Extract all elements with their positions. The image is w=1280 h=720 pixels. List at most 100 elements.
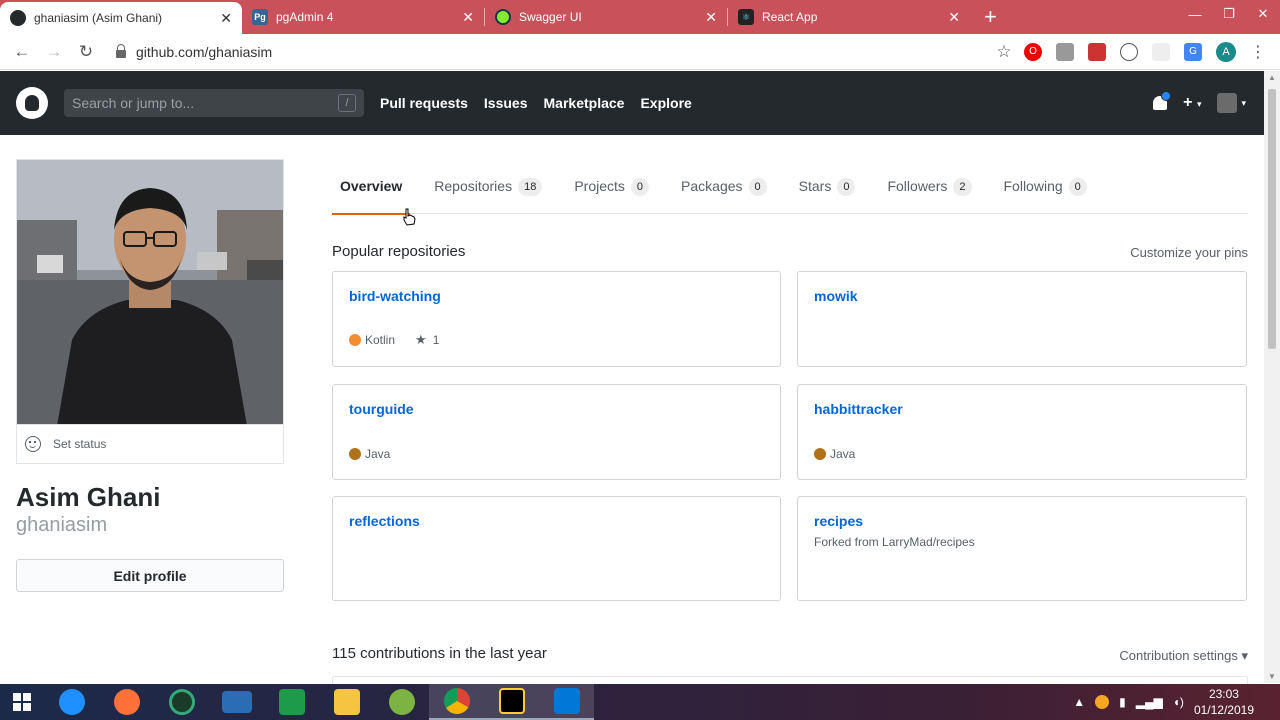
hand-cursor-icon (403, 208, 416, 226)
create-new-button[interactable]: + ▾ (1183, 94, 1201, 112)
close-tab-icon[interactable]: ✕ (462, 9, 474, 26)
repo-language: Java (830, 447, 856, 461)
repo-language: Kotlin (365, 333, 396, 347)
github-logo-icon[interactable] (16, 87, 48, 119)
url-text: github.com/ghaniasim (136, 43, 273, 60)
start-button[interactable] (0, 684, 44, 720)
user-menu[interactable]: ▾ (1217, 93, 1246, 113)
browser-tab-pgadmin[interactable]: Pg pgAdmin 4 ✕ (242, 0, 484, 34)
taskbar-ie[interactable] (44, 684, 99, 720)
tab-repositories[interactable]: Repositories 18 (426, 168, 550, 214)
lenovo-icon (221, 691, 252, 713)
notifications-bell-icon[interactable] (1153, 91, 1172, 110)
avatar (1217, 93, 1238, 113)
close-tab-icon[interactable]: ✕ (948, 9, 960, 26)
edit-profile-button[interactable]: Edit profile (16, 559, 284, 592)
language-color-dot (349, 448, 361, 460)
browser-tab-react[interactable]: ⚛ React App ✕ (728, 0, 970, 34)
repo-name-link[interactable]: habbittracker (814, 401, 1230, 417)
clock[interactable]: 23:03 01/12/2019 (1194, 686, 1254, 718)
close-window-icon[interactable]: ✕ (1246, 2, 1280, 26)
scroll-down-icon[interactable]: ▼ (1268, 672, 1276, 681)
taskbar-store[interactable] (264, 684, 319, 720)
nav-pull-requests[interactable]: Pull requests (380, 95, 468, 111)
android-extension-icon[interactable] (1056, 42, 1074, 61)
volume-icon[interactable]: ◖) (1173, 695, 1184, 709)
page-scrollbar[interactable]: ▲ ▼ (1264, 71, 1280, 683)
repo-name-link[interactable]: mowik (814, 288, 1230, 304)
tab-overview[interactable]: Overview (332, 168, 411, 215)
browser-profile-avatar[interactable]: A (1216, 41, 1236, 62)
set-status-button[interactable]: Set status (16, 425, 284, 464)
search-placeholder: Search or jump to... (72, 95, 195, 111)
repo-name-link[interactable]: tourguide (349, 401, 764, 417)
tab-packages[interactable]: Packages 0 (673, 168, 775, 214)
nav-issues[interactable]: Issues (484, 95, 528, 111)
react-icon: ⚛ (738, 9, 754, 25)
star-icon: ★ (415, 332, 427, 347)
browser-tab-swagger[interactable]: Swagger UI ✕ (485, 0, 727, 34)
android-studio-icon (388, 689, 415, 715)
status-label: Set status (53, 437, 107, 451)
blank-extension-icon[interactable] (1152, 42, 1170, 61)
clock-date: 01/12/2019 (1193, 703, 1254, 717)
forward-icon[interactable]: → (38, 42, 70, 62)
new-tab-button[interactable]: + (984, 4, 997, 30)
browser-menu-icon[interactable]: ⋮ (1250, 42, 1266, 62)
battery-icon[interactable]: ▮ (1119, 695, 1126, 709)
nav-marketplace[interactable]: Marketplace (544, 95, 625, 111)
tab-label: Packages (681, 178, 743, 194)
code-extension-icon[interactable] (1120, 42, 1138, 61)
contribution-settings-dropdown[interactable]: Contribution settings ▾ (1119, 648, 1248, 664)
tab-projects[interactable]: Projects 0 (566, 168, 657, 214)
minimize-icon[interactable]: — (1178, 2, 1212, 26)
internet-explorer-icon (58, 689, 85, 715)
vscode-icon (553, 688, 580, 714)
restore-icon[interactable]: ❐ (1212, 2, 1246, 26)
reload-icon[interactable]: ↻ (70, 42, 102, 62)
profile-avatar[interactable] (16, 159, 284, 425)
taskbar-chrome[interactable] (429, 684, 484, 720)
taskbar-intellij[interactable] (484, 684, 539, 720)
tray-expand-icon[interactable]: ▲ (1073, 695, 1085, 709)
scrollbar-thumb[interactable] (1268, 89, 1276, 349)
repo-meta: Java (814, 447, 855, 461)
opera-extension-icon[interactable]: O (1024, 42, 1042, 61)
scroll-up-icon[interactable]: ▲ (1268, 73, 1276, 82)
window-controls: — ❐ ✕ (1178, 2, 1280, 26)
translate-extension-icon[interactable]: G (1184, 42, 1202, 61)
tab-stars[interactable]: Stars 0 (791, 168, 864, 214)
weather-icon[interactable] (1095, 695, 1110, 709)
taskbar-android-studio[interactable] (374, 684, 429, 720)
close-tab-icon[interactable]: ✕ (705, 9, 717, 26)
taskbar-app-circle[interactable] (154, 684, 209, 720)
repo-name-link[interactable]: reflections (349, 513, 764, 529)
pdf-extension-icon[interactable] (1088, 42, 1106, 61)
back-icon[interactable]: ← (6, 42, 38, 62)
network-icon[interactable]: ▂▄▆ (1136, 695, 1163, 709)
address-bar[interactable]: github.com/ghaniasim (108, 38, 988, 66)
chrome-icon (443, 688, 470, 714)
customize-pins-link[interactable]: Customize your pins (1130, 245, 1248, 260)
close-tab-icon[interactable]: ✕ (220, 10, 232, 27)
repo-card: bird-watching Kotlin ★ 1 (332, 271, 781, 367)
bookmark-star-icon[interactable]: ☆ (988, 42, 1020, 62)
tab-followers[interactable]: Followers 2 (879, 168, 979, 214)
browser-tab-github[interactable]: ghaniasim (Asim Ghani) ✕ (0, 2, 242, 34)
tab-label: Following (1003, 178, 1063, 194)
search-input[interactable]: Search or jump to... / (64, 89, 364, 117)
repo-name-link[interactable]: recipes (814, 513, 1230, 529)
taskbar-vscode[interactable] (539, 684, 594, 720)
profile-fullname: Asim Ghani (16, 482, 161, 512)
repo-stars[interactable]: 1 (433, 333, 440, 347)
taskbar-explorer[interactable] (319, 684, 374, 720)
contributions-heading: 115 contributions in the last year (332, 645, 547, 662)
repo-name-link[interactable]: bird-watching (349, 288, 764, 304)
taskbar-lenovo[interactable] (209, 684, 264, 720)
nav-explore[interactable]: Explore (640, 95, 691, 111)
tab-label: Repositories (434, 178, 513, 194)
taskbar-firefox[interactable] (99, 684, 154, 720)
tab-following[interactable]: Following 0 (996, 168, 1095, 214)
repo-language: Java (365, 447, 391, 461)
browser-tabstrip: ghaniasim (Asim Ghani) ✕ Pg pgAdmin 4 ✕ … (0, 0, 1280, 34)
